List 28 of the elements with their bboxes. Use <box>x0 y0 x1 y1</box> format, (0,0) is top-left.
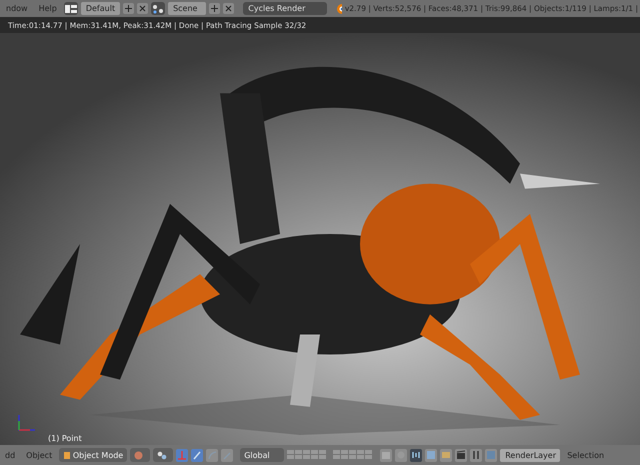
translate-icon[interactable] <box>191 448 204 462</box>
menu-item[interactable]: ndow <box>2 4 32 13</box>
render-layer-field[interactable]: RenderLayer <box>500 448 560 462</box>
mode-dropdown[interactable]: Object Mode <box>59 448 128 462</box>
close-icon[interactable] <box>137 3 148 14</box>
menu-item[interactable]: Object <box>22 450 56 460</box>
layout-icon[interactable] <box>64 2 78 15</box>
add-icon[interactable] <box>123 3 134 14</box>
menu-item[interactable]: dd <box>1 450 20 460</box>
clapper-icon[interactable] <box>455 448 468 462</box>
selection-label: Selection <box>566 450 606 460</box>
shading-dropdown[interactable] <box>130 448 150 462</box>
menu-item[interactable]: Help <box>34 4 61 13</box>
close-icon[interactable] <box>223 3 234 14</box>
sphere-icon <box>134 450 144 460</box>
blender-logo-icon <box>336 2 342 14</box>
pause-icon[interactable] <box>470 448 482 462</box>
scene-icon[interactable] <box>151 2 166 15</box>
orientation-dropdown[interactable]: Global <box>240 448 284 462</box>
dots-icon <box>157 450 168 460</box>
snap-mode-icon[interactable] <box>410 448 422 462</box>
layout-field[interactable]: Default <box>80 2 120 15</box>
object-label: (1) Point <box>48 434 82 443</box>
cube-icon <box>63 450 70 460</box>
render-engine-dropdown[interactable]: Cycles Render <box>243 2 328 15</box>
add-icon[interactable] <box>209 3 220 14</box>
pivot-dropdown[interactable] <box>153 448 174 462</box>
scene-field[interactable]: Scene <box>168 2 206 15</box>
